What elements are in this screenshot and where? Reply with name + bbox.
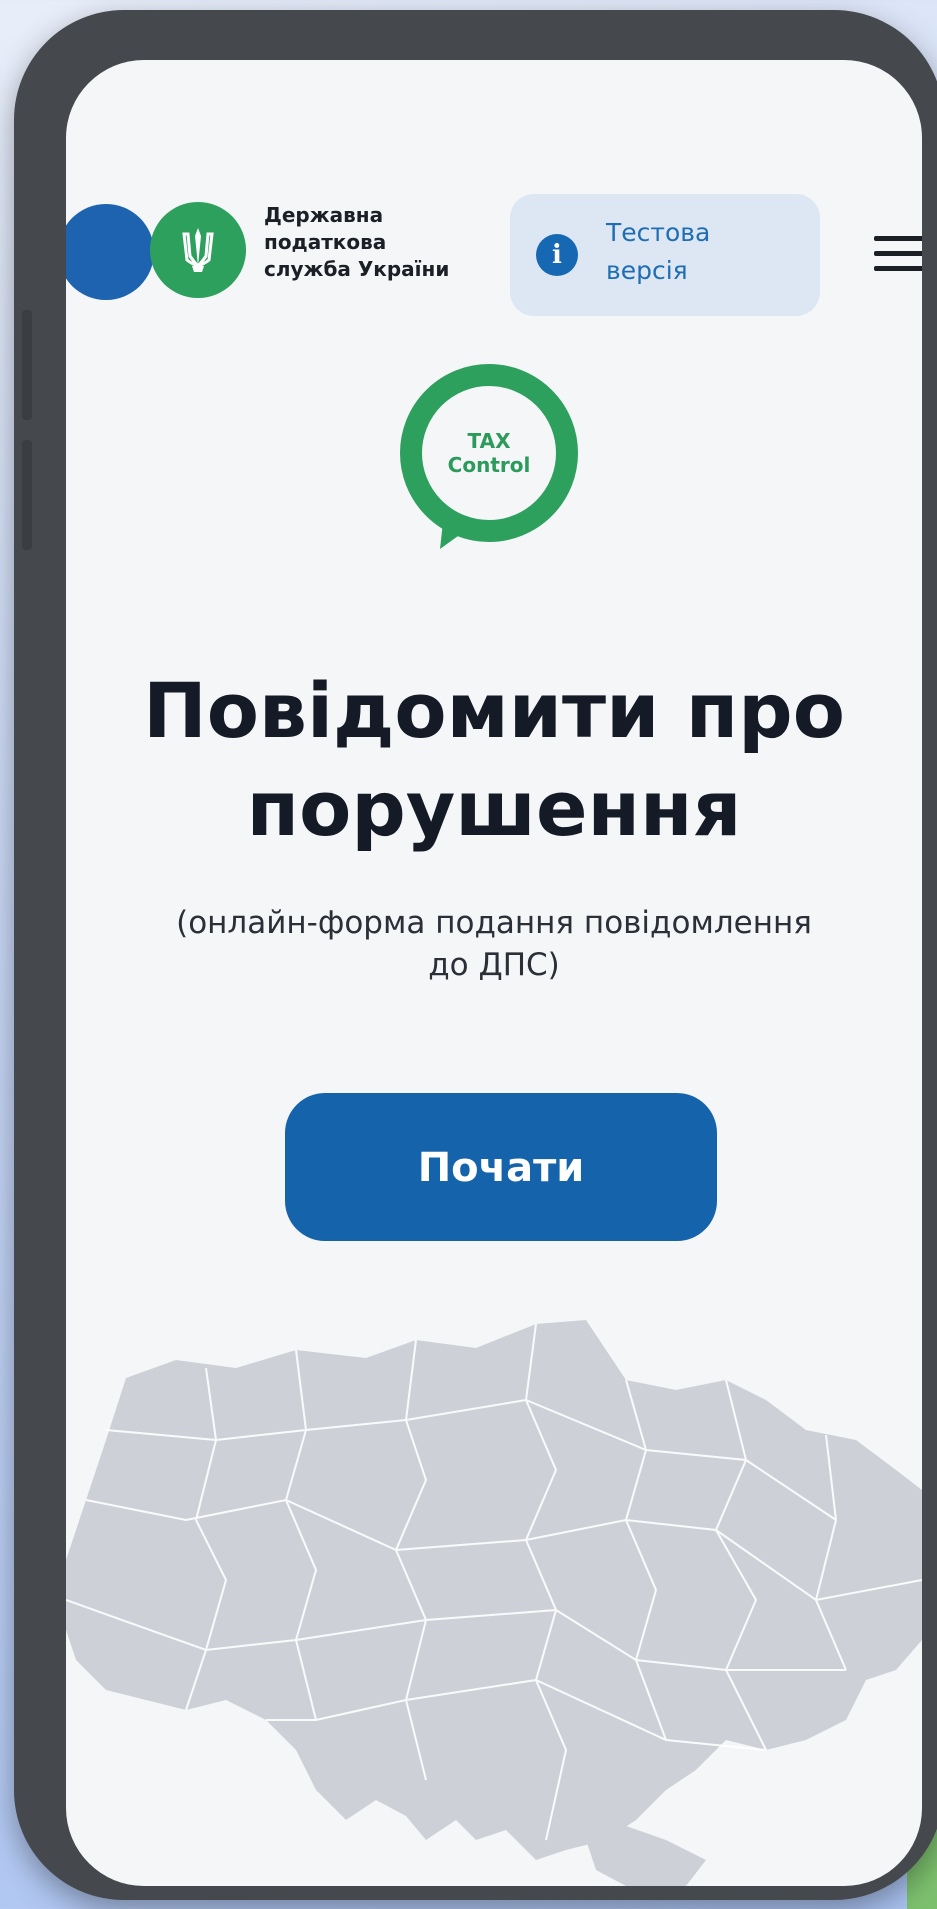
info-icon: i: [536, 234, 578, 276]
menu-line: [874, 251, 922, 256]
page-subtitle: (онлайн-форма подання повідомлення до ДП…: [66, 902, 922, 986]
phone-side-button: [22, 440, 32, 550]
hamburger-menu-icon[interactable]: [874, 236, 922, 276]
org-name-line: служба України: [264, 257, 450, 281]
page-title: Повідомити про порушення: [66, 662, 922, 858]
title-line: порушення: [246, 764, 742, 853]
logo-line: TAX: [467, 429, 511, 453]
badge-line: Тестова: [606, 218, 711, 247]
subtitle-line: (онлайн-форма подання повідомлення: [176, 905, 812, 941]
title-line: Повідомити про: [143, 666, 845, 755]
phone-frame: Державна податкова служба України i Тест…: [14, 10, 937, 1900]
trident-icon: [182, 228, 214, 272]
organization-name: Державна податкова служба України: [264, 202, 504, 283]
org-name-line: податкова: [264, 230, 387, 254]
phone-side-button: [22, 310, 32, 420]
test-version-badge[interactable]: i Тестова версія: [510, 194, 820, 316]
menu-line: [874, 236, 922, 241]
site-header: Державна податкова служба України i Тест…: [66, 150, 922, 316]
phone-screen: Державна податкова служба України i Тест…: [66, 60, 922, 1886]
org-name-line: Державна: [264, 203, 384, 227]
test-version-label: Тестова версія: [606, 214, 710, 290]
trident-emblem-icon[interactable]: [150, 202, 246, 298]
blue-circle-logo: [66, 204, 154, 300]
tax-control-logo: TAX Control: [380, 353, 598, 571]
subtitle-line: до ДПС): [428, 947, 560, 983]
ukraine-map-icon: [66, 1320, 922, 1886]
menu-line: [874, 266, 922, 271]
start-button[interactable]: Почати: [285, 1093, 717, 1241]
logo-line: Control: [447, 453, 531, 477]
tax-control-text: TAX Control: [380, 429, 598, 477]
badge-line: версія: [606, 256, 688, 285]
